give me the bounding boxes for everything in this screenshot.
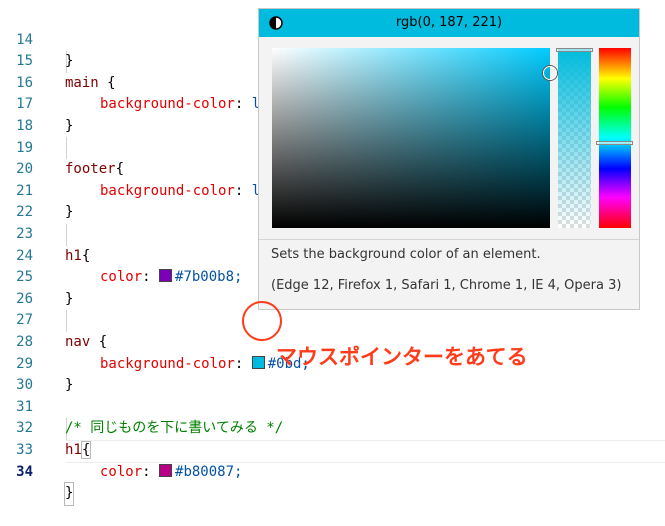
code-line: 31 /* 同じものを下に書いてみる */ (0, 375, 665, 437)
saturation-brightness-picker[interactable] (272, 48, 550, 228)
saturation-handle[interactable] (543, 66, 557, 80)
color-picker-header: rgb(0, 187, 221) (259, 9, 639, 37)
color-swatch[interactable] (159, 463, 173, 477)
line-number: 34 (16, 463, 33, 480)
code-line: 28 background-color: #0bd; (0, 310, 665, 372)
color-picker-hover: rgb(0, 187, 221) Sets the background col… (258, 8, 640, 310)
colon: : (142, 463, 160, 480)
css-property: color (100, 463, 143, 480)
opacity-slider-handle[interactable] (556, 48, 593, 52)
close-brace: } (63, 482, 75, 506)
hue-slider[interactable] (599, 48, 631, 228)
browser-compatibility: (Edge 12, Firefox 1, Safari 1, Chrome 1,… (271, 278, 622, 293)
highlight-circle (242, 301, 282, 341)
opacity-gradient (558, 48, 591, 228)
code-line: 33 color: #b80087; (0, 418, 665, 480)
annotation-text: マウスポインターをあてる (276, 345, 528, 369)
hover-divider (259, 239, 639, 240)
color-value-label[interactable]: rgb(0, 187, 221) (259, 9, 639, 37)
hue-slider-handle[interactable] (596, 141, 633, 146)
code-line: 32 h1{ (0, 397, 665, 459)
code-line: 34 } (0, 440, 665, 506)
property-description: Sets the background color of an element. (271, 247, 541, 262)
opacity-slider[interactable] (558, 48, 591, 228)
css-value: #b80087; (175, 463, 243, 480)
